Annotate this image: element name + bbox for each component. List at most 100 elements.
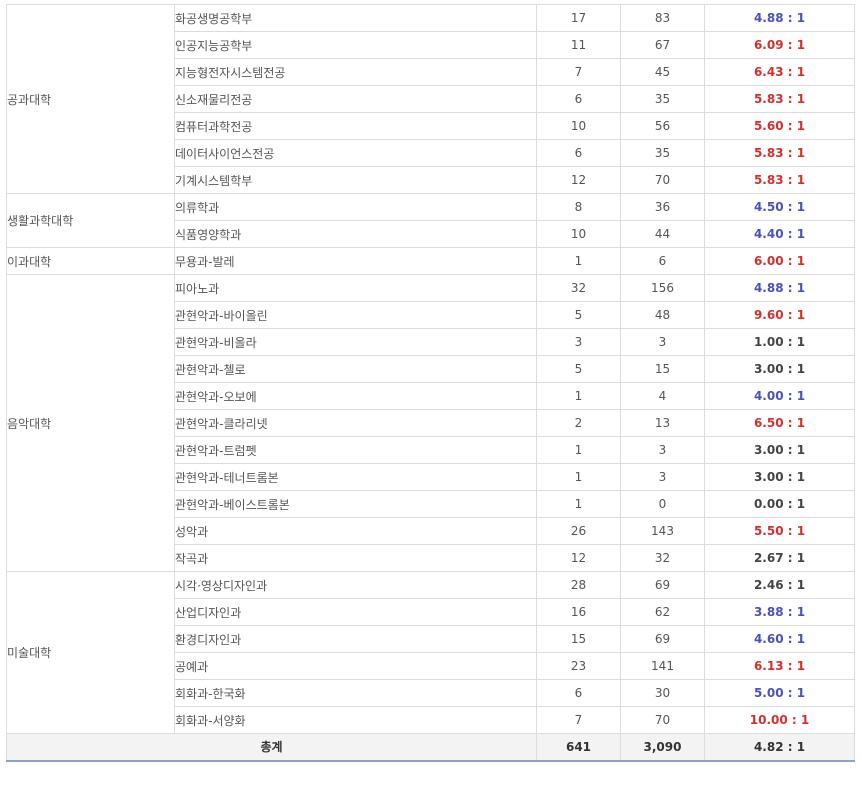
applicants-value: 69 [620,571,705,599]
department-name: 신소재물리전공 [174,85,537,113]
competition-ratio: 5.83 : 1 [704,139,855,167]
competition-ratio: 2.46 : 1 [704,571,855,599]
applicants-value: 6 [620,247,705,275]
college-name: 음악대학 [6,274,175,572]
applicants-value: 30 [620,679,705,707]
applicants-value: 3 [620,436,705,464]
department-name: 관현악과-테너트롬본 [174,463,537,491]
quota-value: 7 [536,58,621,86]
competition-ratio: 5.60 : 1 [704,112,855,140]
competition-ratio: 5.00 : 1 [704,679,855,707]
department-name: 회화과-한국화 [174,679,537,707]
department-name: 공예과 [174,652,537,680]
applicants-value: 56 [620,112,705,140]
applicants-value: 36 [620,193,705,221]
applicants-value: 13 [620,409,705,437]
applicants-value: 15 [620,355,705,383]
quota-value: 6 [536,679,621,707]
applicants-value: 35 [620,139,705,167]
quota-value: 5 [536,355,621,383]
department-name: 지능형전자시스템전공 [174,58,537,86]
department-name: 식품영양학과 [174,220,537,248]
quota-value: 1 [536,463,621,491]
department-name: 화공생명공학부 [174,4,537,32]
competition-ratio: 5.50 : 1 [704,517,855,545]
table-body: 공과대학 화공생명공학부 17 83 4.88 : 1 인공지능공학부 11 67 6.09 :… [6,4,855,762]
quota-value: 32 [536,274,621,302]
quota-value: 2 [536,409,621,437]
table-row: 음악대학 피아노과 32 156 4.88 : 1 [6,274,855,572]
department-name: 산업디자인과 [174,598,537,626]
quota-value: 10 [536,112,621,140]
college-name: 생활과학대학 [6,193,175,248]
quota-value: 15 [536,625,621,653]
quota-value: 7 [536,706,621,734]
department-name: 무용과-발레 [174,247,537,275]
table-row: 생활과학대학 의류학과 8 36 4.50 : 1 [6,193,855,248]
competition-ratio: 9.60 : 1 [704,301,855,329]
quota-value: 5 [536,301,621,329]
competition-ratio: 3.00 : 1 [704,463,855,491]
quota-value: 6 [536,85,621,113]
college-name: 공과대학 [6,4,175,194]
department-name: 관현악과-오보에 [174,382,537,410]
total-label: 총계 [6,733,537,762]
applicants-value: 143 [620,517,705,545]
applicants-value: 67 [620,31,705,59]
college-name: 이과대학 [6,247,175,275]
quota-value: 1 [536,490,621,518]
quota-value: 6 [536,139,621,167]
department-name: 관현악과-트럼펫 [174,436,537,464]
total-applicants: 3,090 [620,733,705,762]
competition-ratio: 3.00 : 1 [704,355,855,383]
applicants-value: 4 [620,382,705,410]
total-quota: 641 [536,733,621,762]
quota-value: 28 [536,571,621,599]
competition-ratio: 4.88 : 1 [704,4,855,32]
college-name: 미술대학 [6,571,175,734]
quota-value: 12 [536,166,621,194]
department-name: 성악과 [174,517,537,545]
competition-ratio: 4.60 : 1 [704,625,855,653]
department-name: 컴퓨터과학전공 [174,112,537,140]
department-name: 관현악과-베이스트롬본 [174,490,537,518]
competition-ratio: 6.43 : 1 [704,58,855,86]
department-name: 인공지능공학부 [174,31,537,59]
applicants-value: 141 [620,652,705,680]
table-row: 이과대학 무용과-발레 1 6 6.00 : 1 [6,247,855,275]
applicants-value: 44 [620,220,705,248]
quota-value: 1 [536,382,621,410]
competition-ratio: 0.00 : 1 [704,490,855,518]
competition-ratio: 4.00 : 1 [704,382,855,410]
competition-ratio: 3.00 : 1 [704,436,855,464]
applicants-value: 69 [620,625,705,653]
applicants-value: 48 [620,301,705,329]
applicants-value: 45 [620,58,705,86]
applicants-value: 3 [620,463,705,491]
competition-ratio: 6.09 : 1 [704,31,855,59]
competition-ratio: 6.50 : 1 [704,409,855,437]
department-name: 회화과-서양화 [174,706,537,734]
applicants-value: 0 [620,490,705,518]
total-ratio: 4.82 : 1 [704,733,855,762]
quota-value: 12 [536,544,621,572]
quota-value: 23 [536,652,621,680]
department-name: 관현악과-비올라 [174,328,537,356]
applicants-value: 3 [620,328,705,356]
competition-ratio: 5.83 : 1 [704,85,855,113]
quota-value: 1 [536,436,621,464]
department-name: 작곡과 [174,544,537,572]
applicants-value: 35 [620,85,705,113]
department-name: 관현악과-바이올린 [174,301,537,329]
department-name: 기계시스템학부 [174,166,537,194]
competition-ratio: 2.67 : 1 [704,544,855,572]
competition-ratio: 3.88 : 1 [704,598,855,626]
department-name: 관현악과-클라리넷 [174,409,537,437]
quota-value: 1 [536,247,621,275]
competition-ratio: 6.00 : 1 [704,247,855,275]
total-row: 총계 641 3,090 4.82 : 1 [6,733,855,762]
department-name: 의류학과 [174,193,537,221]
competition-ratio: 10.00 : 1 [704,706,855,734]
applicants-value: 32 [620,544,705,572]
applicants-value: 156 [620,274,705,302]
